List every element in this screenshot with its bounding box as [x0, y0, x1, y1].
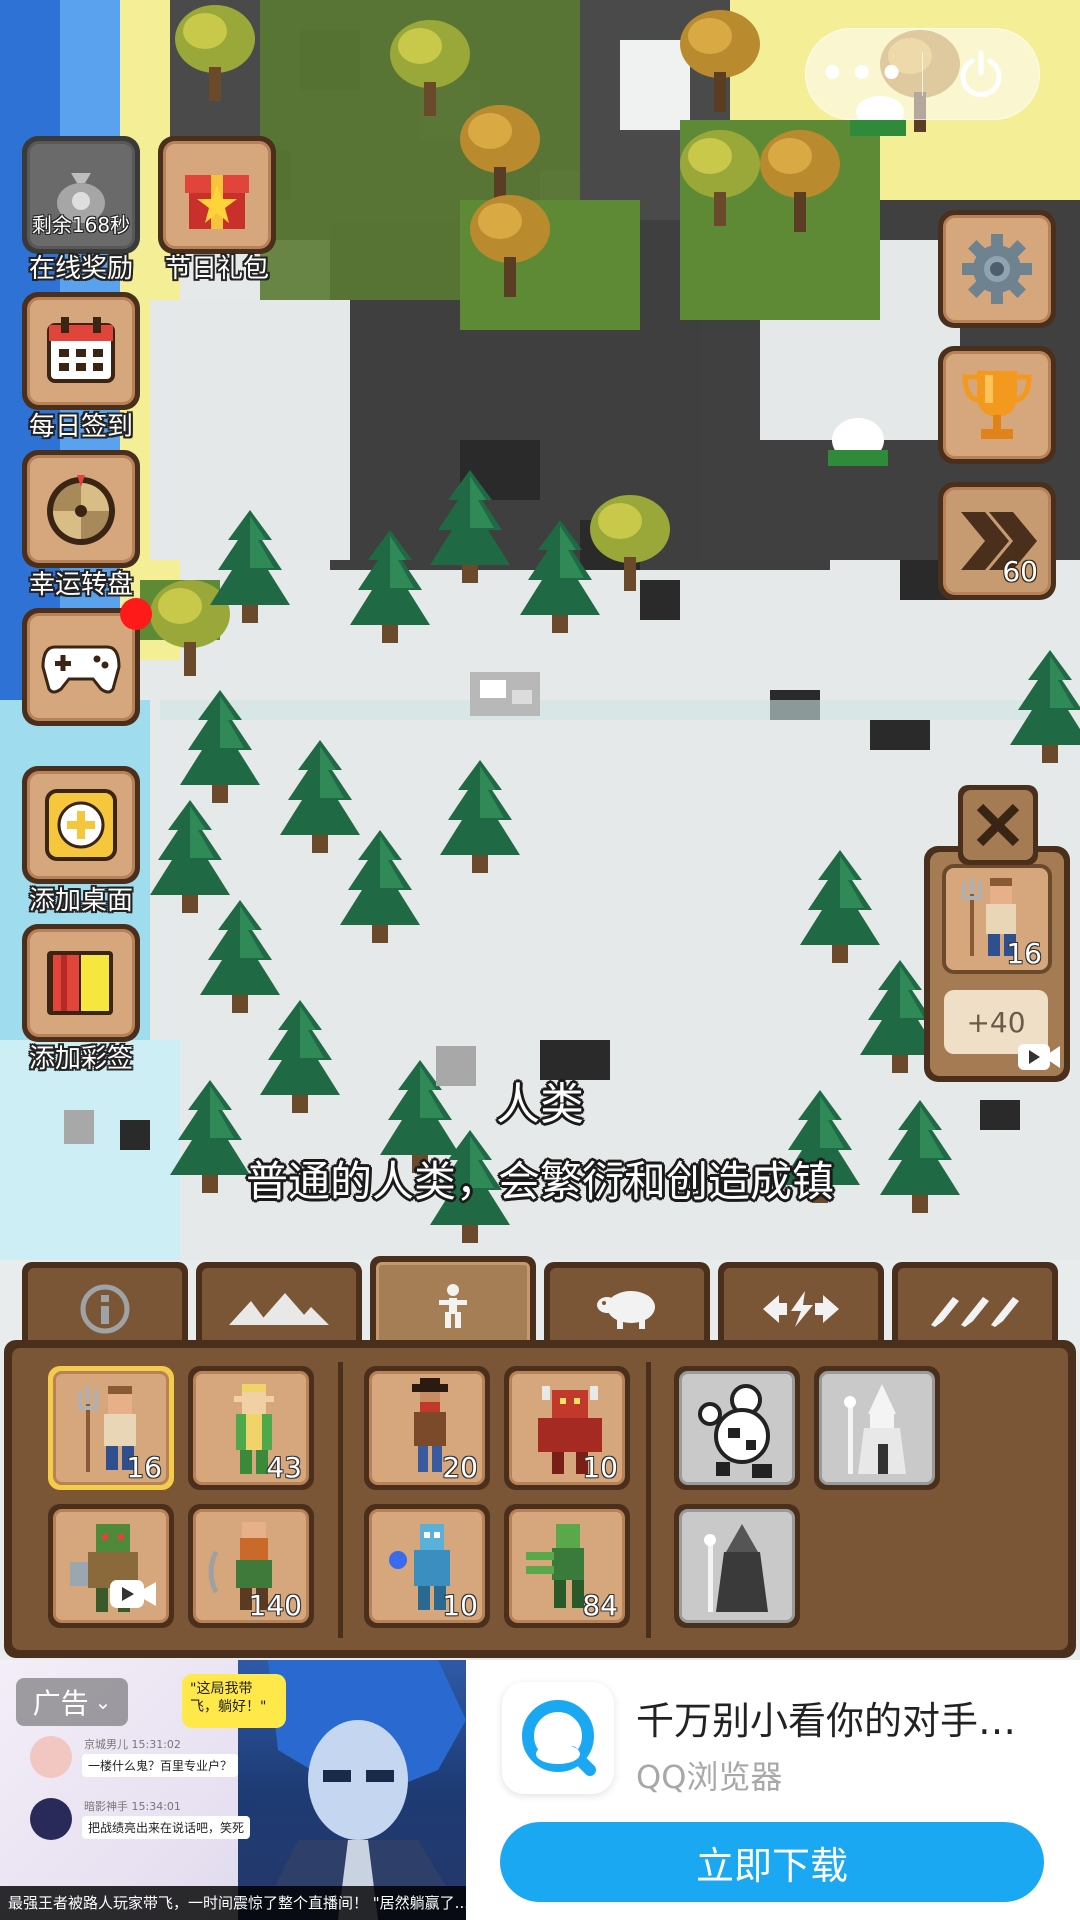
- mountains-icon: [229, 1293, 329, 1325]
- unit-slot-necromancer[interactable]: [674, 1504, 800, 1628]
- info-icon: [80, 1284, 130, 1334]
- unit-selection-panel: 16 43 20 10 140 10 84: [4, 1340, 1076, 1658]
- chat-name: 京城男儿 15:31:02: [84, 1738, 181, 1751]
- sheep-icon: [597, 1291, 655, 1329]
- trophy-icon: [962, 371, 1032, 439]
- add-desktop-button[interactable]: [22, 766, 140, 884]
- online-reward-button[interactable]: 剩余168秒: [22, 136, 140, 254]
- unit-count: 10: [442, 1589, 478, 1622]
- unit-slot-bandit[interactable]: 20: [364, 1366, 490, 1490]
- qq-browser-icon: [522, 1700, 596, 1776]
- daily-checkin-label: 每日签到: [28, 412, 133, 442]
- achievements-button[interactable]: [938, 346, 1056, 464]
- download-button-label: 立即下载: [695, 1843, 848, 1888]
- necromancer-icon: [704, 1524, 768, 1612]
- chat-name: 暗影神手 15:34:01: [84, 1800, 181, 1813]
- tab-powers[interactable]: [718, 1262, 884, 1350]
- avatar: [30, 1736, 72, 1778]
- speed-button[interactable]: 60: [938, 482, 1056, 600]
- selected-unit-count: 16: [1006, 937, 1042, 970]
- plus-icon: [45, 789, 117, 861]
- unit-slot-zombie[interactable]: 84: [504, 1504, 630, 1628]
- chat-message: 一楼什么鬼？百里专业户？: [82, 1754, 239, 1777]
- ad-tag-label: 广告: [32, 1687, 89, 1720]
- unit-count: 16: [126, 1451, 162, 1484]
- selected-unit-panel: 16 +40: [924, 846, 1070, 1082]
- games-button[interactable]: [22, 608, 140, 726]
- qq-browser-app-icon[interactable]: [502, 1682, 614, 1794]
- holiday-gift-button[interactable]: [158, 136, 276, 254]
- selected-unit-portrait[interactable]: 16: [942, 864, 1052, 974]
- gamepad-icon: [41, 645, 121, 694]
- unit-slot-white-mage[interactable]: [814, 1366, 940, 1490]
- settings-button[interactable]: [938, 210, 1056, 328]
- ad-app-name: QQ浏览器: [636, 1758, 783, 1796]
- tab-terrain[interactable]: [196, 1262, 362, 1350]
- unit-count: 10: [582, 1451, 618, 1484]
- unit-count: 140: [248, 1589, 302, 1622]
- gear-icon: [962, 234, 1032, 304]
- unit-slot-human[interactable]: 16: [48, 1366, 174, 1490]
- unit-description: 普通的人类，会繁衍和创造成镇: [245, 1157, 834, 1206]
- video-icon: [110, 1580, 156, 1608]
- ad-banner[interactable]: 广告 ⌄ "这局我带飞，躺好！" 京城男儿 15:31:02 一楼什么鬼？百里专…: [0, 1660, 1080, 1920]
- unit-slot-ice-mage[interactable]: 10: [364, 1504, 490, 1628]
- more-button[interactable]: •••: [806, 28, 922, 120]
- games-notification-dot: [120, 598, 152, 630]
- power-icon: [960, 50, 1002, 98]
- category-tabs: [22, 1256, 1058, 1350]
- online-reward-countdown: 剩余168秒: [31, 213, 131, 237]
- person-icon: [439, 1284, 467, 1328]
- gift-box-icon: [185, 175, 249, 229]
- ad-tag[interactable]: 广告 ⌄: [16, 1678, 128, 1726]
- tab-info[interactable]: [22, 1262, 188, 1350]
- avatar: [30, 1798, 72, 1840]
- white-mage-icon: [844, 1384, 906, 1474]
- unit-slot-demon[interactable]: 10: [504, 1366, 630, 1490]
- unit-count: 43: [266, 1451, 302, 1484]
- unit-slot-orc[interactable]: [48, 1504, 174, 1628]
- daily-checkin-button[interactable]: [22, 292, 140, 410]
- brushes-icon: [931, 1297, 1019, 1327]
- bookmark-icon: [47, 951, 113, 1015]
- speed-value: 60: [1002, 555, 1038, 588]
- unit-title: 人类: [496, 1079, 584, 1130]
- unit-count: 84: [582, 1589, 618, 1622]
- ad-caption: 最强王者被路人玩家带飞，一时间震惊了整个直播间！ "居然躺赢了...": [0, 1886, 466, 1920]
- tab-tools[interactable]: [892, 1262, 1058, 1350]
- unit-slot-elf[interactable]: 43: [188, 1366, 314, 1490]
- lightning-icon: [763, 1291, 839, 1327]
- exit-button[interactable]: [923, 28, 1039, 120]
- unit-slot-snowman[interactable]: [674, 1366, 800, 1490]
- unit-count: 20: [442, 1451, 478, 1484]
- chevron-down-icon: ⌄: [94, 1690, 112, 1714]
- unit-slot-dwarf[interactable]: 140: [188, 1504, 314, 1628]
- ad-speech-bubble: "这局我带飞，躺好！": [182, 1674, 286, 1728]
- group-divider: [338, 1362, 343, 1638]
- download-button[interactable]: 立即下载: [500, 1822, 1044, 1902]
- group-divider: [646, 1362, 651, 1638]
- ad-image[interactable]: 广告 ⌄ "这局我带飞，躺好！" 京城男儿 15:31:02 一楼什么鬼？百里专…: [0, 1660, 466, 1920]
- lucky-wheel-button[interactable]: [22, 450, 140, 568]
- chat-message: 把战绩亮出来在说话吧，笑死: [82, 1816, 251, 1839]
- close-icon: [976, 803, 1020, 847]
- ad-title[interactable]: 千万别小看你的对手…: [636, 1690, 1016, 1745]
- bonus-units-label: +40: [966, 1005, 1026, 1039]
- tab-animals[interactable]: [544, 1262, 710, 1350]
- holiday-gift-label: 节日礼包: [164, 254, 269, 284]
- wheel-icon: [47, 475, 115, 545]
- miniprogram-capsule: •••: [805, 28, 1040, 120]
- snowman-icon: [698, 1384, 772, 1478]
- add-desktop-label: 添加桌面: [28, 886, 133, 916]
- close-unit-panel-button[interactable]: [958, 785, 1038, 865]
- add-tag-button[interactable]: [22, 924, 140, 1042]
- tab-creatures[interactable]: [370, 1256, 536, 1350]
- calendar-icon: [47, 317, 115, 383]
- lucky-wheel-label: 幸运转盘: [28, 570, 133, 600]
